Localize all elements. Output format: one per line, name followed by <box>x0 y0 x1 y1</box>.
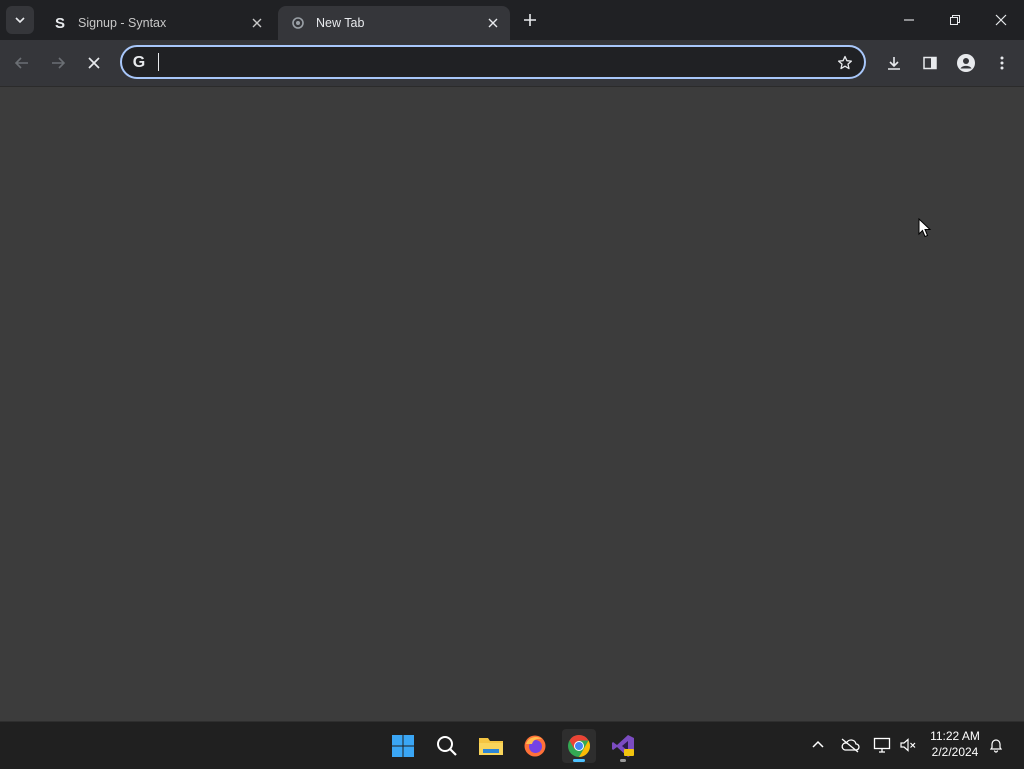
address-bar[interactable]: G <box>120 45 866 79</box>
forward-button[interactable] <box>44 49 72 77</box>
new-tab-button[interactable] <box>518 8 542 32</box>
volume-muted-icon <box>900 738 916 752</box>
close-icon <box>88 57 100 69</box>
address-input[interactable] <box>156 52 826 72</box>
firefox-button[interactable] <box>518 729 552 763</box>
profile-button[interactable] <box>952 49 980 77</box>
start-button[interactable] <box>386 729 420 763</box>
volume-button[interactable] <box>895 731 921 759</box>
bookmark-star-icon[interactable] <box>834 52 856 74</box>
syntax-s-icon: S <box>54 14 65 32</box>
back-button[interactable] <box>8 49 36 77</box>
page-content <box>0 87 1024 721</box>
chrome-button[interactable] <box>562 729 596 763</box>
firefox-icon <box>524 735 546 757</box>
restore-button[interactable] <box>932 0 978 40</box>
clock-date: 2/2/2024 <box>931 745 979 759</box>
running-indicator <box>573 759 585 762</box>
tab-title: Signup - Syntax <box>78 16 167 30</box>
downloads-button[interactable] <box>880 49 908 77</box>
chrome-icon <box>568 735 590 757</box>
close-icon <box>995 14 1007 26</box>
show-hidden-icons-button[interactable] <box>805 731 831 759</box>
browser-toolbar: G <box>0 40 1024 87</box>
download-icon <box>888 57 900 70</box>
close-tab-icon[interactable] <box>248 14 266 32</box>
windows-taskbar: 11:22 AM 2/2/2024 <box>0 721 1024 769</box>
visual-studio-button[interactable] <box>606 729 640 763</box>
stop-loading-button[interactable] <box>80 49 108 77</box>
file-explorer-button[interactable] <box>474 729 508 763</box>
side-panel-icon <box>923 56 937 70</box>
tab-signup-syntax[interactable]: S Signup - Syntax <box>40 6 274 40</box>
plus-icon <box>524 14 536 26</box>
restore-icon <box>950 15 960 25</box>
mouse-cursor-icon <box>918 217 932 243</box>
profile-icon <box>957 54 975 72</box>
tab-title: New Tab <box>316 16 365 30</box>
system-clock[interactable]: 11:22 AM 2/2/2024 <box>924 728 986 760</box>
minimize-icon <box>904 19 914 21</box>
browser-titlebar: S Signup - Syntax New Tab <box>0 0 1024 40</box>
visual-studio-icon <box>612 735 634 757</box>
taskbar-search-button[interactable] <box>430 729 464 763</box>
more-vert-icon <box>1000 56 1004 70</box>
chevron-up-icon <box>812 740 824 748</box>
google-g-icon: G <box>132 54 146 71</box>
search-icon <box>437 736 457 756</box>
close-tab-icon[interactable] <box>484 14 502 32</box>
tab-new-tab[interactable]: New Tab <box>278 6 510 40</box>
close-window-button[interactable] <box>978 0 1024 40</box>
menu-button[interactable] <box>988 49 1016 77</box>
file-explorer-icon <box>479 738 503 755</box>
minimize-button[interactable] <box>886 0 932 40</box>
onedrive-button[interactable] <box>837 731 863 759</box>
network-button[interactable] <box>869 731 895 759</box>
arrow-right-icon <box>52 57 66 69</box>
network-icon <box>873 737 891 753</box>
text-caret <box>158 53 159 71</box>
onedrive-offline-icon <box>841 738 860 753</box>
bell-icon <box>989 739 1003 753</box>
loading-icon <box>290 15 306 31</box>
chevron-down-icon <box>15 17 25 24</box>
side-panel-button[interactable] <box>916 49 944 77</box>
clock-time: 11:22 AM <box>930 729 980 743</box>
windows-start-icon <box>392 735 414 757</box>
arrow-left-icon <box>14 57 28 69</box>
tab-search-button[interactable] <box>6 6 34 34</box>
notifications-button[interactable] <box>983 731 1009 759</box>
running-indicator <box>620 759 626 762</box>
